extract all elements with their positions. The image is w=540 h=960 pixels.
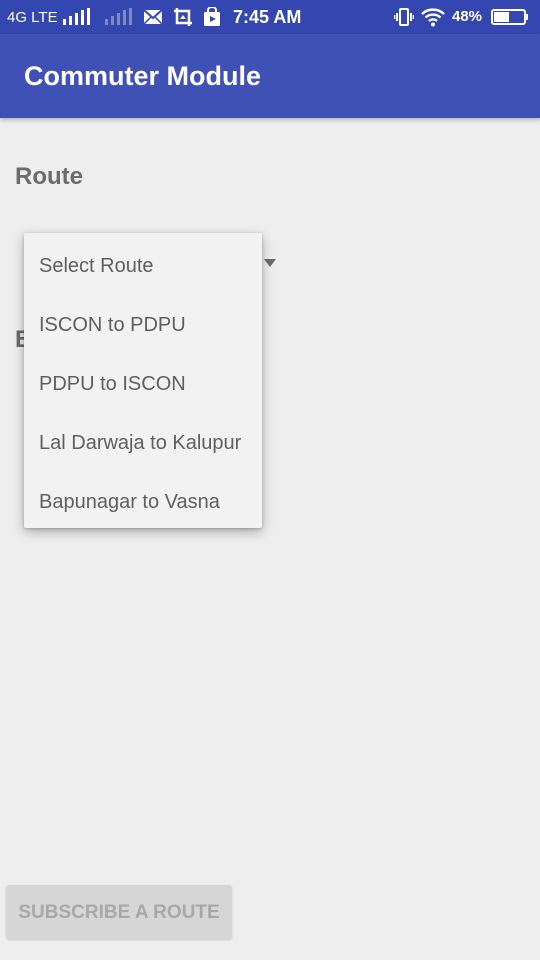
dropdown-arrow-icon[interactable]	[262, 258, 278, 268]
route-dropdown-menu: Select Route ISCON to PDPU PDPU to ISCON…	[24, 233, 262, 528]
page-title: Commuter Module	[24, 61, 262, 91]
clock: 7:45 AM	[233, 7, 302, 27]
status-bar: 4G LTE 7:45 AM 48%	[0, 0, 540, 34]
route-option-select-route[interactable]: Select Route	[24, 235, 262, 294]
option-label: ISCON to PDPU	[39, 314, 186, 336]
app-bar: Commuter Module	[0, 34, 540, 118]
route-option-iscon-to-pdpu[interactable]: ISCON to PDPU	[24, 294, 262, 353]
battery-percentage: 48%	[452, 8, 483, 25]
wifi-icon	[421, 8, 445, 27]
mail-icon	[143, 9, 163, 25]
route-option-bapunagar-to-vasna[interactable]: Bapunagar to Vasna	[24, 471, 262, 530]
network-type: 4G LTE	[7, 9, 58, 26]
battery-icon	[491, 9, 528, 25]
option-label: Select Route	[39, 255, 154, 277]
signal-icon	[63, 8, 90, 25]
option-label: Bapunagar to Vasna	[39, 491, 220, 513]
option-label: Lal Darwaja to Kalupur	[39, 432, 242, 454]
subscribe-button-label: SUBSCRIBE A ROUTE	[18, 902, 220, 923]
play-store-icon	[204, 7, 220, 26]
vibrate-icon	[394, 8, 414, 26]
option-label: PDPU to ISCON	[39, 373, 186, 395]
route-option-pdpu-to-iscon[interactable]: PDPU to ISCON	[24, 353, 262, 412]
route-option-lal-darwaja-to-kalupur[interactable]: Lal Darwaja to Kalupur	[24, 412, 262, 471]
subscribe-route-button[interactable]: SUBSCRIBE A ROUTE	[6, 885, 232, 939]
screenshot-icon	[174, 8, 192, 26]
signal-weak-icon	[105, 8, 132, 25]
route-label: Route	[15, 163, 83, 190]
